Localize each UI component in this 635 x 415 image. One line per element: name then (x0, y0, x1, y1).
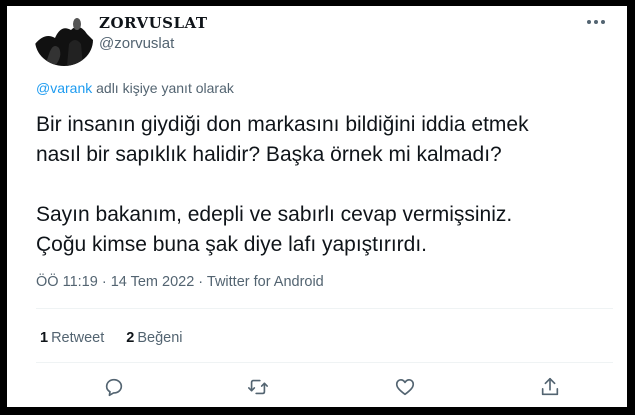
more-icon[interactable] (587, 20, 605, 24)
tweet-paragraph-1: Bir insanın giydiği don markasını bildiğ… (36, 110, 616, 170)
display-name[interactable]: ZORVUSLAT (99, 14, 208, 32)
retweet-count-link[interactable]: 1 Retweet (40, 330, 104, 346)
avatar[interactable] (35, 14, 93, 66)
tweet-stats: 1 Retweet 2 Beğeni (40, 330, 183, 346)
share-icon[interactable] (539, 376, 561, 398)
tweet-line: Bir insanın giydiği don markasını bildiğ… (36, 113, 529, 136)
tweet-paragraph-2: Sayın bakanım, edepli ve sabırlı cevap v… (36, 200, 616, 260)
retweet-icon[interactable] (247, 376, 269, 398)
tweet-meta: ÖÖ 11:19 · 14 Tem 2022 · Twitter for And… (36, 274, 324, 290)
meta-separator: · (97, 274, 111, 290)
retweet-count: 1 (40, 330, 49, 346)
tweet-line: Sayın bakanım, edepli ve sabırlı cevap v… (36, 203, 513, 226)
tweet-line: nasıl bir sapıklık halidir? Başka örnek … (36, 143, 502, 166)
user-handle[interactable]: @zorvuslat (99, 35, 174, 52)
tweet-text: Bir insanın giydiği don markasını bildiğ… (36, 110, 616, 260)
like-label: Beğeni (137, 330, 183, 346)
divider (36, 362, 613, 363)
tweet-time[interactable]: ÖÖ 11:19 (36, 274, 98, 290)
divider (36, 308, 613, 309)
action-bar (7, 376, 627, 402)
like-count: 2 (126, 330, 135, 346)
comment-icon[interactable] (103, 376, 125, 398)
heart-icon[interactable] (394, 376, 416, 398)
tweet-line: Çoğu kimse buna şak diye lafı yapıştırır… (36, 233, 428, 256)
tweet-card: ZORVUSLAT @zorvuslat @varank adlı kişiye… (7, 6, 627, 407)
retweet-label: Retweet (51, 330, 105, 346)
like-count-link[interactable]: 2 Beğeni (126, 330, 182, 346)
reply-context: @varank adlı kişiye yanıt olarak (36, 80, 234, 96)
reply-mention-link[interactable]: @varank (36, 80, 92, 96)
tweet-date[interactable]: 14 Tem 2022 (111, 274, 195, 290)
tweet-source[interactable]: Twitter for Android (207, 274, 324, 290)
meta-separator: · (194, 274, 207, 290)
reply-context-text: adlı kişiye yanıt olarak (92, 80, 234, 96)
